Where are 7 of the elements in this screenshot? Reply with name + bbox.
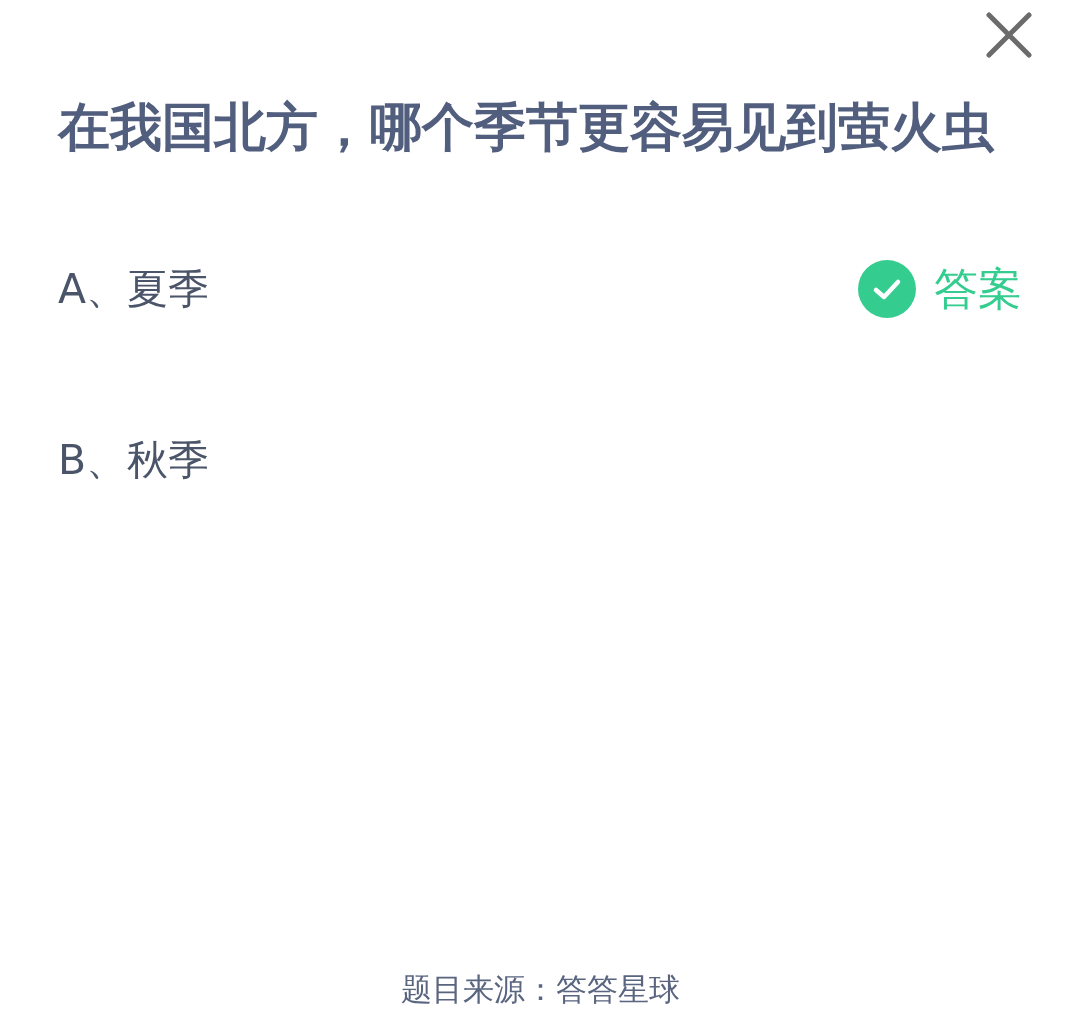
close-icon xyxy=(986,12,1032,58)
question-title: 在我国北方，哪个季节更容易见到萤火虫 xyxy=(58,96,996,159)
source-text: 题目来源：答答星球 xyxy=(400,970,680,1009)
answer-label: 答案 xyxy=(934,263,1022,316)
option-label[interactable]: B、秋季 xyxy=(58,435,210,485)
option-label[interactable]: A、夏季 xyxy=(58,264,210,314)
close-button[interactable] xyxy=(986,12,1032,58)
